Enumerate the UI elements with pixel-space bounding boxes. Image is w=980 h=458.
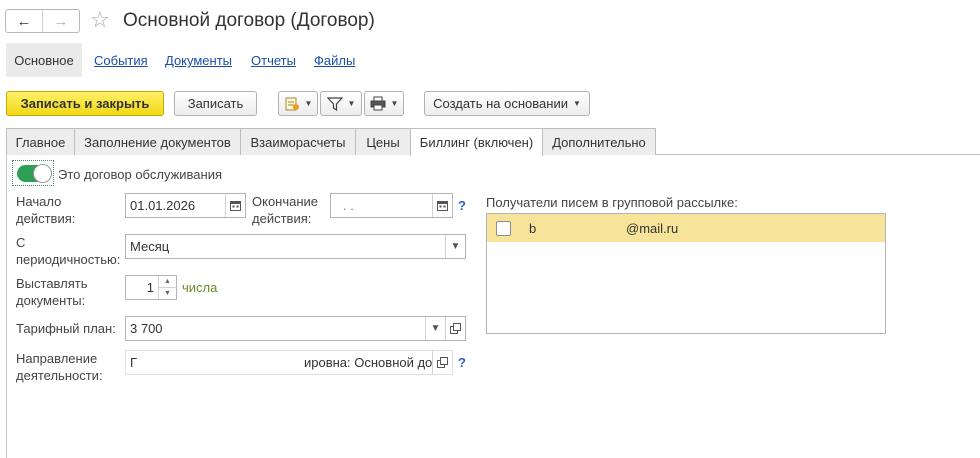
tariff-plan-value: 3 700 [130, 321, 163, 336]
chevron-down-icon: ▼ [390, 99, 399, 108]
stepper-up-icon[interactable]: ▲ [159, 276, 176, 288]
activity-direction-label: Направление деятельности: [16, 351, 103, 383]
service-contract-label: Это договор обслуживания [58, 167, 223, 182]
nav-buttons: ← → [5, 9, 80, 33]
printer-icon [370, 96, 386, 111]
issue-day-value: 1 [146, 280, 154, 295]
create-based-on-button[interactable]: Создать на основании ▼ [424, 91, 590, 116]
calendar-icon[interactable] [432, 194, 452, 217]
recipient-email-start: b [529, 221, 537, 236]
list-item[interactable] [487, 214, 885, 242]
section-link-files[interactable]: Файлы [314, 53, 355, 68]
chevron-down-icon: ▼ [572, 99, 581, 108]
tariff-plan-label: Тарифный план: [16, 321, 116, 336]
tab-settlements[interactable]: Взаиморасчеты [240, 128, 356, 155]
section-link-reports[interactable]: Отчеты [251, 53, 296, 68]
chevron-down-icon[interactable]: ▼ [445, 235, 465, 258]
save-button[interactable]: Записать [174, 91, 257, 116]
periodicity-select[interactable]: Месяц ▼ [125, 234, 466, 259]
back-arrow-icon[interactable]: ← [6, 10, 42, 32]
start-date-field[interactable]: 01.01.2026 [125, 193, 246, 218]
section-main[interactable]: Основное [6, 43, 82, 77]
chevron-down-icon: ▼ [347, 99, 356, 108]
tab-prices[interactable]: Цены [355, 128, 411, 155]
tab-document-filling[interactable]: Заполнение документов [74, 128, 241, 155]
tab-main[interactable]: Главное [6, 128, 75, 155]
page-title: Основной договор (Договор) [123, 10, 375, 31]
recipient-checkbox[interactable] [496, 221, 511, 236]
end-date-field[interactable]: . . [330, 193, 453, 218]
stepper-buttons: ▲ ▼ [158, 276, 176, 299]
document-clip-icon [285, 97, 299, 110]
print-menu-button[interactable]: ▼ [364, 91, 404, 116]
tab-additional[interactable]: Дополнительно [542, 128, 656, 155]
create-based-on-label: Создать на основании [433, 96, 568, 111]
attachment-menu-button[interactable]: ▼ [278, 91, 318, 116]
end-date-label: Окончание действия: [252, 194, 319, 226]
issue-documents-label: Выставлять документы: [16, 276, 88, 308]
start-date-value: 01.01.2026 [130, 198, 196, 213]
issue-day-unit: числа [182, 280, 218, 295]
favorite-star-icon[interactable]: ☆ [90, 8, 110, 32]
periodicity-label: С периодичностью: [16, 235, 121, 267]
tab-billing[interactable]: Биллинг (включен) [410, 128, 543, 156]
recipients-label: Получатели писем в групповой рассылке: [486, 195, 738, 210]
save-and-close-button[interactable]: Записать и закрыть [6, 91, 164, 116]
forward-arrow-icon[interactable]: → [42, 10, 79, 32]
chevron-down-icon: ▼ [304, 99, 313, 108]
start-date-label: Начало действия: [16, 194, 76, 226]
section-link-documents[interactable]: Документы [165, 53, 232, 68]
activity-direction-value-start: Г [130, 355, 138, 370]
periodicity-value: Месяц [130, 239, 170, 254]
filter-icon [326, 96, 343, 111]
calendar-icon[interactable] [225, 194, 245, 217]
tariff-plan-field[interactable]: 3 700 ▼ [125, 316, 466, 341]
filter-menu-button[interactable]: ▼ [320, 91, 362, 116]
open-icon[interactable] [432, 351, 452, 374]
issue-day-stepper[interactable]: 1 ▲ ▼ [125, 275, 177, 300]
chevron-down-icon[interactable]: ▼ [425, 317, 445, 340]
toggle-knob[interactable] [33, 164, 52, 183]
end-date-value: . . [343, 198, 354, 213]
activity-direction-field[interactable]: Г ировна: Основной до [125, 350, 453, 375]
content-border [6, 155, 7, 458]
help-icon[interactable]: ? [458, 355, 466, 370]
help-icon[interactable]: ? [458, 198, 466, 213]
activity-direction-value-end: ировна: Основной до [304, 355, 432, 370]
stepper-down-icon[interactable]: ▼ [159, 288, 176, 299]
open-icon[interactable] [445, 317, 465, 340]
section-link-events[interactable]: События [94, 53, 148, 68]
recipient-email-end: @mail.ru [626, 221, 679, 236]
